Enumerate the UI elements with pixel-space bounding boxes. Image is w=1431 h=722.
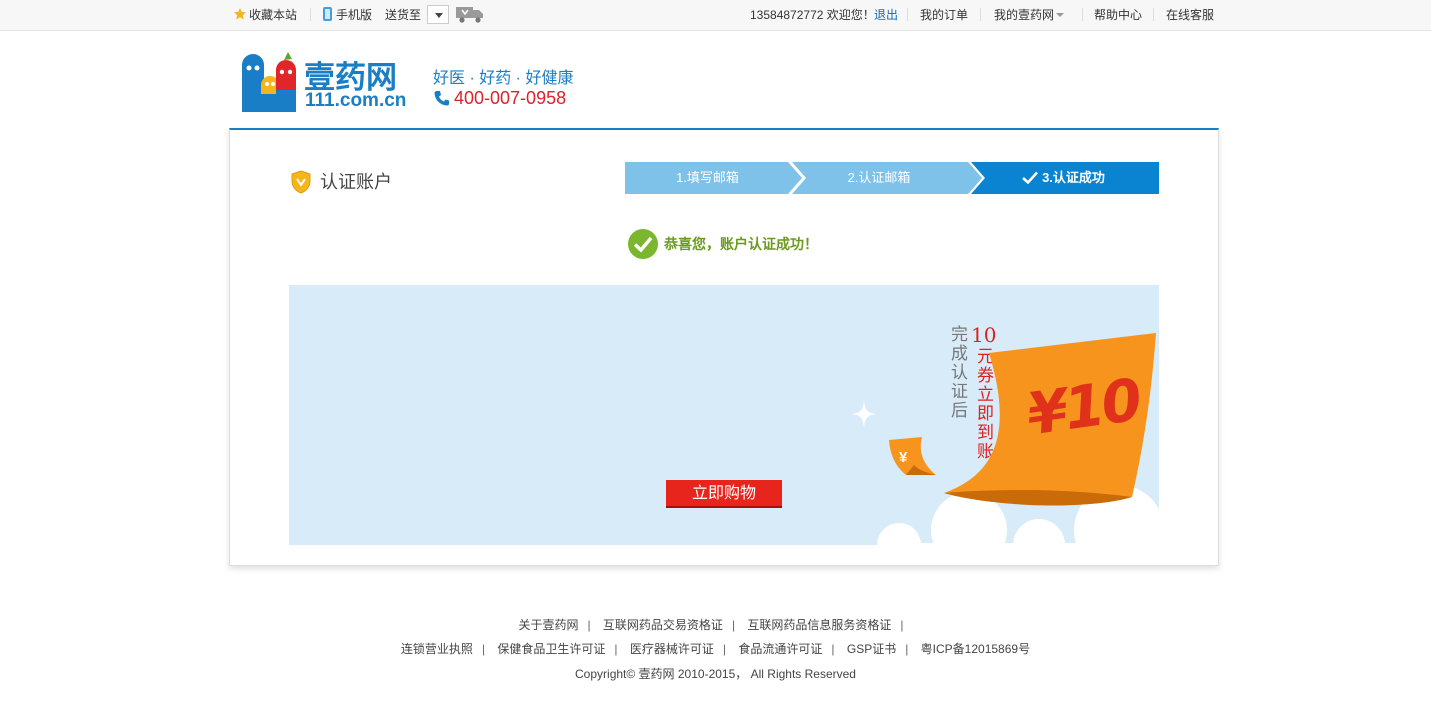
user-greeting: 13584872772 欢迎您！: [750, 8, 875, 22]
sparkle-icon: [851, 400, 877, 428]
mobile-link[interactable]: 手机版: [323, 7, 372, 23]
footer-link[interactable]: 粤ICP备12015869号: [921, 642, 1030, 656]
divider: [1082, 8, 1083, 21]
phone-icon: [434, 91, 449, 106]
footer-links-row-2: 连锁营业执照 | 保健食品卫生许可证 | 医疗器械许可证 | 食品流通许可证 | GSP…: [400, 642, 1031, 656]
mobile-phone-icon: [323, 7, 332, 21]
verification-card: 认证账户 1.填写邮箱 2.认证邮箱 3.认证成功 恭喜您，账户认证成功！ 完成…: [229, 128, 1219, 566]
success-check-icon: [628, 229, 658, 259]
step-arrow: [788, 162, 806, 194]
coin-label: ¥: [899, 449, 908, 466]
logo-domain: 111.com.cn: [305, 90, 407, 111]
online-service-link[interactable]: 在线客服: [1166, 7, 1214, 23]
divider: [907, 8, 908, 21]
divider: [1153, 8, 1154, 21]
top-bar: 收藏本站 手机版 送货至 13584872772 欢迎您！ 退出 我的订单 我的…: [0, 0, 1431, 31]
favorite-link[interactable]: 收藏本站: [233, 7, 297, 23]
copyright: Copyright© 壹药网 2010-2015， All Rights Res…: [575, 667, 856, 681]
footer-link[interactable]: 互联网药品交易资格证: [603, 618, 723, 632]
divider: [980, 8, 981, 21]
success-message: 恭喜您，账户认证成功！: [627, 228, 818, 259]
shop-now-button[interactable]: 立即购物: [666, 480, 782, 508]
footer-link[interactable]: 互联网药品信息服务资格证: [747, 618, 891, 632]
my-account-menu[interactable]: 我的壹药网: [994, 7, 1065, 23]
page-title: 认证账户: [320, 172, 392, 192]
step-arrow: [966, 162, 985, 194]
check-icon: [1022, 171, 1039, 184]
chevron-down-icon: [435, 13, 443, 18]
slogan: 好医 · 好药 · 好健康: [433, 70, 574, 87]
footer-link[interactable]: 保健食品卫生许可证: [497, 642, 605, 656]
ship-to-select[interactable]: [427, 5, 449, 24]
truck-icon: [456, 7, 483, 23]
footer-links-row-1: 关于壹药网 | 互联网药品交易资格证 | 互联网药品信息服务资格证 |: [518, 618, 904, 632]
step-1: 1.填写邮箱: [625, 162, 790, 194]
step-3: 3.认证成功: [968, 162, 1159, 194]
footer-link[interactable]: 医疗器械许可证: [630, 642, 714, 656]
ship-to-label: 送货至: [385, 8, 422, 22]
divider: [310, 8, 311, 21]
hotline: 400-007-0958: [434, 88, 566, 109]
logout-link[interactable]: 退出: [874, 7, 898, 23]
progress-steps: 1.填写邮箱 2.认证邮箱 3.认证成功: [625, 162, 1159, 194]
my-orders-link[interactable]: 我的订单: [920, 7, 968, 23]
help-center-link[interactable]: 帮助中心: [1094, 7, 1142, 23]
chevron-down-icon: [1056, 13, 1065, 17]
footer-link[interactable]: GSP证书: [847, 642, 896, 656]
footer-link[interactable]: 连锁营业执照: [401, 642, 473, 656]
footer-link[interactable]: 关于壹药网: [518, 618, 578, 632]
star-icon: [234, 8, 246, 20]
footer-link[interactable]: 食品流通许可证: [738, 642, 822, 656]
step-2: 2.认证邮箱: [790, 162, 968, 194]
promo-banner: 完成认证后 10 元券立即到账 ¥10 ¥ 立即购物: [289, 285, 1159, 545]
